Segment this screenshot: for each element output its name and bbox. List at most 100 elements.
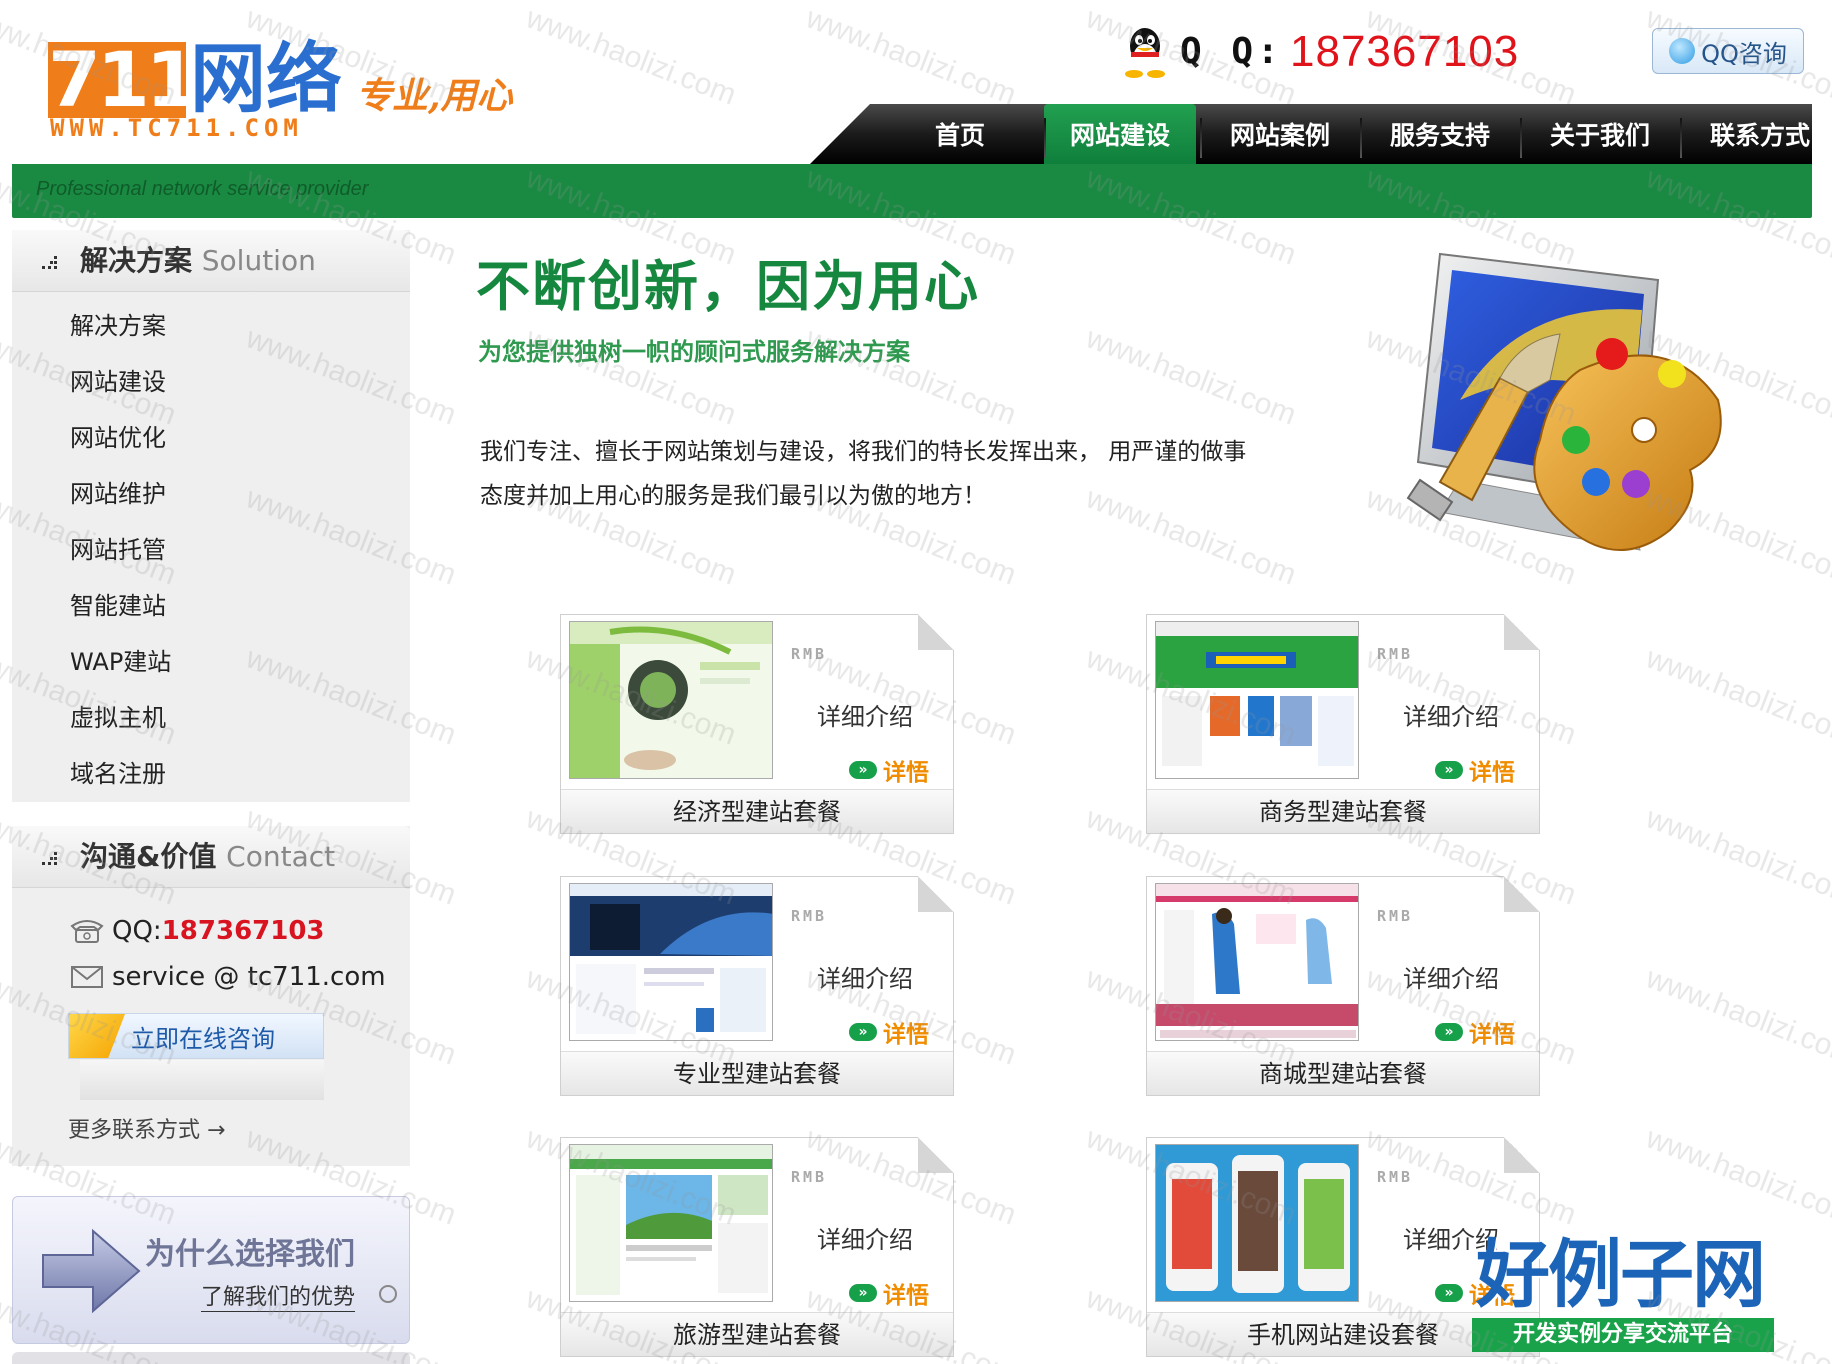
package-card[interactable]: RMB 详细介绍 » 详悟专业型建站套餐 — [560, 876, 954, 1096]
package-thumbnail[interactable] — [569, 883, 773, 1041]
qq-consult-button[interactable]: QQ咨询 — [1652, 28, 1804, 74]
contact-title-en: Contact — [226, 840, 336, 873]
double-arrow-icon: » — [849, 1023, 877, 1041]
sidebar-item-3[interactable]: 网站维护 — [12, 466, 410, 522]
package-detail-link[interactable]: 详细介绍 — [817, 959, 913, 994]
tagline: Professional network service provider — [36, 178, 369, 200]
contact-panel-header: 沟通&价值 Contact — [12, 826, 410, 888]
package-card[interactable]: RMB 详细介绍 » 详悟 商务型建站套餐 — [1146, 614, 1540, 834]
dots-icon — [42, 256, 60, 270]
package-more-label: 详悟 — [883, 1283, 929, 1309]
package-more-label: 详悟 — [883, 760, 929, 786]
nav-item-4[interactable]: 关于我们 — [1520, 104, 1680, 164]
double-arrow-icon: » — [1435, 1284, 1463, 1302]
package-rmb: RMB — [1377, 1168, 1414, 1186]
qq-penguin-icon — [1125, 28, 1165, 78]
package-card[interactable]: RMB 详细介绍 » 详悟 经济型建站套餐 — [560, 614, 954, 834]
double-arrow-icon: » — [849, 761, 877, 779]
package-thumbnail[interactable] — [1155, 621, 1359, 779]
package-more-button[interactable]: » 详悟 — [849, 1015, 929, 1049]
arrow-right-icon: → — [207, 1118, 226, 1143]
package-card[interactable]: RMB 详细介绍 » 详悟商城型建站套餐 — [1146, 876, 1540, 1096]
intro-line-2: 态度并加上用心的服务是我们最引以为傲的地方！ — [480, 483, 986, 509]
contact-panel-title: 沟通&价值 Contact — [80, 840, 335, 874]
contact-email: service @ tc711.com — [68, 962, 386, 992]
next-panel-edge — [12, 1352, 410, 1364]
package-more-label: 详悟 — [1469, 1022, 1515, 1048]
sidebar-item-5[interactable]: 智能建站 — [12, 578, 410, 634]
package-name[interactable]: 经济型建站套餐 — [561, 789, 953, 833]
nav-item-2[interactable]: 网站案例 — [1200, 104, 1360, 164]
brand-overlay-title: 好例子网 — [1476, 1232, 1766, 1318]
sidebar-item-1[interactable]: 网站建设 — [12, 354, 410, 410]
online-consult-button[interactable]: 立即在线咨询 — [68, 1013, 324, 1059]
package-detail-link[interactable]: 详细介绍 — [817, 697, 913, 732]
sidebar-item-8[interactable]: 域名注册 — [12, 746, 410, 802]
solution-panel-header: 解决方案 Solution — [12, 230, 410, 292]
package-thumbnail[interactable] — [1155, 1144, 1359, 1302]
tagline-bar: Professional network service provider — [12, 164, 1812, 218]
package-more-button[interactable]: » 详悟 — [849, 753, 929, 787]
package-name[interactable]: 专业型建站套餐 — [561, 1051, 953, 1095]
solution-panel: 解决方案 Solution 解决方案 网站建设 网站优化 网站维护 网站托管 智能建站 WA… — [12, 230, 410, 802]
nav-item-1[interactable]: 网站建设 — [1044, 104, 1196, 164]
why-link[interactable]: 了解我们的优势 — [201, 1279, 356, 1312]
dots-icon — [42, 852, 60, 866]
package-thumbnail[interactable] — [1155, 883, 1359, 1041]
monitor-palette-icon — [1406, 252, 1722, 551]
logo-domain: WWW.TC711.COM — [50, 114, 303, 142]
card-corner — [918, 876, 954, 912]
package-rmb: RMB — [1377, 907, 1414, 925]
package-thumbnail[interactable] — [569, 1144, 773, 1302]
contact-qq: QQ: 187367103 — [68, 916, 325, 946]
big-arrow-icon — [42, 1228, 141, 1314]
package-rmb: RMB — [791, 907, 828, 925]
package-name[interactable]: 商务型建站套餐 — [1147, 789, 1539, 833]
card-corner — [1504, 876, 1540, 912]
consult-button-shadow — [80, 1060, 324, 1100]
sidebar-item-0[interactable]: 解决方案 — [12, 298, 410, 354]
nav-item-3[interactable]: 服务支持 — [1360, 104, 1520, 164]
package-detail-link[interactable]: 详细介绍 — [1403, 697, 1499, 732]
more-contact-link[interactable]: 更多联系方式 → — [68, 1112, 225, 1144]
package-more-button[interactable]: » 详悟 — [1435, 753, 1515, 787]
contact-email-address[interactable]: service @ tc711.com — [112, 962, 386, 992]
why-choose-us-banner[interactable]: 为什么选择我们 了解我们的优势 — [12, 1196, 410, 1344]
package-more-button[interactable]: » 详悟 — [849, 1276, 929, 1310]
watermark-text: www.haolizi.com — [1641, 1121, 1832, 1232]
why-title: 为什么选择我们 — [145, 1237, 355, 1272]
hero-title: 不断创新，因为用心 — [476, 255, 980, 318]
package-rmb: RMB — [1377, 645, 1414, 663]
solution-panel-title: 解决方案 Solution — [80, 244, 316, 278]
watermark-text: www.haolizi.com — [1081, 321, 1301, 432]
nav-item-5[interactable]: 联系方式 — [1680, 104, 1832, 164]
more-contact-label: 更多联系方式 — [68, 1118, 201, 1143]
package-detail-link[interactable]: 详细介绍 — [817, 1220, 913, 1255]
package-name[interactable]: 商城型建站套餐 — [1147, 1051, 1539, 1095]
package-more-label: 详悟 — [883, 1022, 929, 1048]
logo-number: 711 — [48, 35, 199, 124]
intro-text: 我们专注、擅长于网站策划与建设，将我们的特长发挥出来， 用严谨的做事 态度并加上… — [480, 430, 1300, 518]
card-corner — [1504, 614, 1540, 650]
double-arrow-icon: » — [1435, 1023, 1463, 1041]
package-card[interactable]: RMB 详细介绍 » 详悟 旅游型建站套餐 — [560, 1137, 954, 1357]
package-detail-link[interactable]: 详细介绍 — [1403, 959, 1499, 994]
contact-qq-number[interactable]: 187367103 — [162, 916, 325, 946]
sidebar-item-6[interactable]: WAP建站 — [12, 634, 410, 690]
consult-flag-icon — [69, 1014, 125, 1058]
sidebar-item-4[interactable]: 网站托管 — [12, 522, 410, 578]
qq-consult-label: QQ咨询 — [1701, 39, 1787, 68]
package-more-button[interactable]: » 详悟 — [1435, 1015, 1515, 1049]
nav-item-0[interactable]: 首页 — [880, 104, 1040, 164]
solution-title-en: Solution — [201, 244, 316, 277]
qq-number: 187367103 — [1290, 27, 1520, 76]
solution-menu: 解决方案 网站建设 网站优化 网站维护 网站托管 智能建站 WAP建站 虚拟主机 域名注册 — [12, 292, 410, 802]
qq-bubble-icon — [1669, 38, 1696, 64]
package-name[interactable]: 旅游型建站套餐 — [561, 1312, 953, 1356]
watermark-text: www.haolizi.com — [1641, 961, 1832, 1072]
sidebar-item-2[interactable]: 网站优化 — [12, 410, 410, 466]
contact-title-cn: 沟通&价值 — [80, 840, 217, 873]
sidebar-item-7[interactable]: 虚拟主机 — [12, 690, 410, 746]
watermark-text: www.haolizi.com — [801, 1, 1021, 112]
package-thumbnail[interactable] — [569, 621, 773, 779]
